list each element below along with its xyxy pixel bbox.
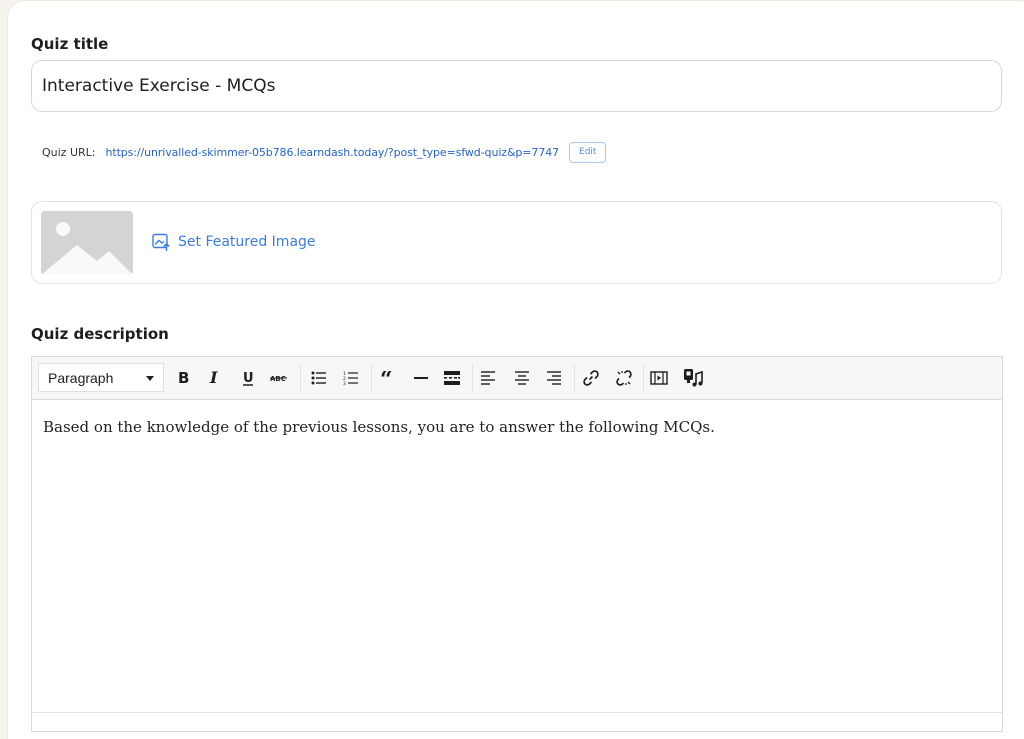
format-select-value: Paragraph — [48, 369, 114, 386]
align-left-icon — [481, 371, 495, 385]
blockquote-icon: “ — [380, 371, 393, 385]
audio-icon — [684, 369, 703, 387]
toolbar-divider — [472, 364, 473, 392]
read-more-icon — [444, 371, 460, 385]
quiz-title-input[interactable] — [31, 60, 1002, 112]
unlink-icon — [616, 370, 632, 386]
editor-statusbar — [32, 712, 1002, 731]
quiz-url-link[interactable]: https://unrivalled-skimmer-05b786.learnd… — [106, 146, 560, 159]
horizontal-line-button[interactable] — [408, 365, 434, 391]
quiz-url-row: Quiz URL: https://unrivalled-skimmer-05b… — [42, 141, 607, 163]
svg-text:ABC: ABC — [270, 375, 286, 383]
quiz-url-label: Quiz URL: — [42, 145, 96, 159]
horizontal-line-icon — [414, 377, 428, 379]
align-center-icon — [515, 371, 529, 385]
description-paragraph: Based on the knowledge of the previous l… — [43, 418, 715, 436]
description-content[interactable]: Based on the knowledge of the previous l… — [32, 401, 1002, 713]
set-featured-image-link[interactable]: Set Featured Image — [151, 232, 316, 252]
numbered-list-icon: 123 — [343, 371, 358, 385]
insert-link-button[interactable] — [578, 365, 604, 391]
svg-text:B: B — [178, 370, 189, 386]
editor-toolbar: Paragraph B I U ABC 123 “ — [32, 357, 1002, 400]
svg-text:I: I — [209, 370, 218, 386]
bullet-list-icon — [311, 371, 326, 385]
toolbar-divider — [643, 364, 644, 392]
svg-text:U: U — [243, 371, 254, 386]
svg-text:“: “ — [380, 371, 393, 385]
svg-text:3: 3 — [343, 381, 346, 385]
image-placeholder[interactable] — [41, 211, 133, 275]
bullet-list-button[interactable] — [306, 365, 332, 391]
align-right-button[interactable] — [541, 365, 567, 391]
image-upload-icon — [152, 233, 170, 251]
italic-button[interactable]: I — [202, 365, 228, 391]
numbered-list-button[interactable]: 123 — [338, 365, 364, 391]
toolbar-divider — [574, 364, 575, 392]
description-editor: Paragraph B I U ABC 123 “ Based on the k… — [31, 356, 1003, 732]
remove-link-button[interactable] — [611, 365, 637, 391]
link-icon — [583, 370, 599, 386]
align-center-button[interactable] — [509, 365, 535, 391]
strikethrough-icon: ABC — [270, 375, 287, 383]
insert-media-icon — [650, 371, 668, 385]
edit-url-button[interactable]: Edit — [569, 141, 607, 163]
align-right-icon — [547, 371, 561, 385]
underline-icon: U — [243, 371, 254, 386]
read-more-button[interactable] — [439, 365, 465, 391]
bold-icon: B — [178, 370, 189, 386]
insert-media-button[interactable] — [646, 365, 672, 391]
bold-button[interactable]: B — [171, 365, 197, 391]
blockquote-button[interactable]: “ — [375, 365, 401, 391]
strikethrough-button[interactable]: ABC — [266, 365, 292, 391]
toolbar-divider — [300, 364, 301, 392]
featured-image-box: Set Featured Image — [31, 201, 1002, 284]
italic-icon: I — [209, 370, 218, 386]
placeholder-landscape-icon — [41, 222, 133, 275]
underline-button[interactable]: U — [235, 365, 261, 391]
audio-button[interactable] — [680, 365, 706, 391]
quiz-title-label: Quiz title — [31, 35, 109, 53]
quiz-description-label: Quiz description — [31, 325, 169, 343]
format-select[interactable]: Paragraph — [38, 363, 164, 392]
align-left-button[interactable] — [475, 365, 501, 391]
caret-down-icon — [146, 375, 154, 381]
toolbar-divider — [371, 364, 372, 392]
set-featured-image-label: Set Featured Image — [178, 234, 316, 250]
